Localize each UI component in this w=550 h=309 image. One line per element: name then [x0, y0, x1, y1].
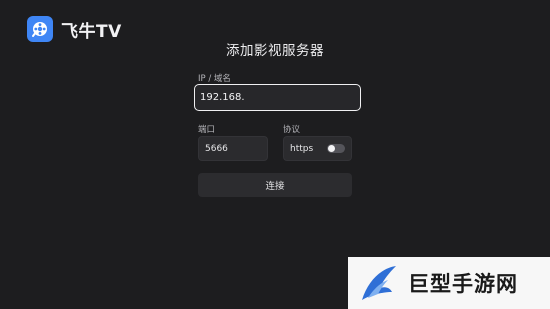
page-title: 添加影视服务器 — [226, 43, 324, 59]
port-label: 端口 — [198, 125, 216, 135]
host-field[interactable] — [194, 84, 361, 111]
watermark-banner: 巨型手游网 — [348, 257, 550, 309]
protocol-value: https — [290, 143, 314, 154]
watermark-logo-icon — [362, 266, 396, 300]
host-input[interactable] — [200, 92, 350, 103]
protocol-field[interactable]: https — [283, 136, 352, 161]
toggle-knob — [328, 145, 335, 152]
port-field[interactable] — [198, 136, 268, 161]
watermark-text: 巨型手游网 — [408, 272, 518, 296]
connect-button[interactable]: 连接 — [198, 173, 352, 197]
https-toggle[interactable] — [327, 144, 345, 153]
protocol-label: 协议 — [283, 125, 301, 135]
host-label: IP / 域名 — [198, 74, 231, 84]
port-input[interactable] — [205, 143, 263, 154]
app-name: 飞牛TV — [61, 21, 122, 42]
